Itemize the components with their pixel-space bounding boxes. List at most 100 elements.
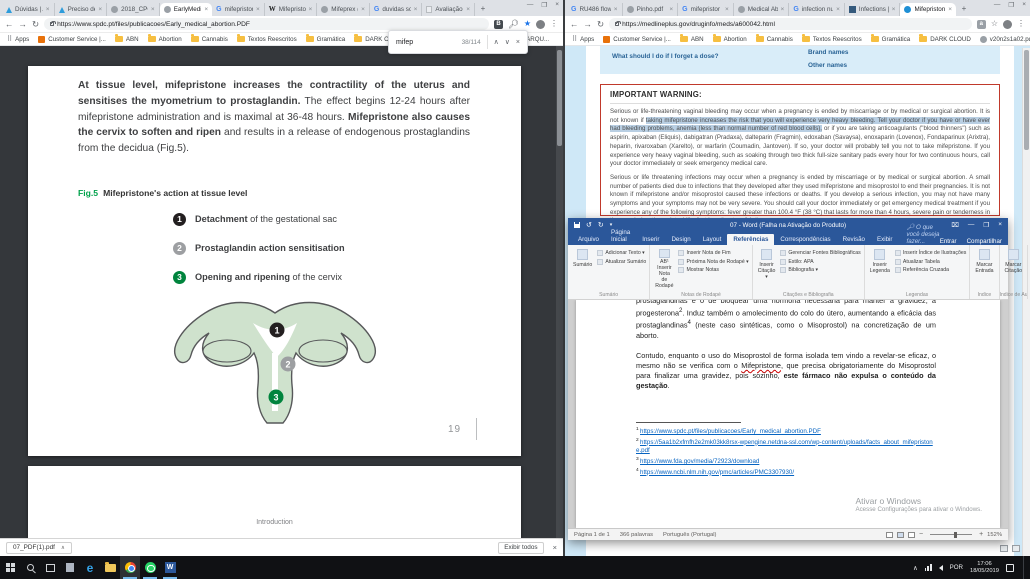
new-tab-button[interactable]: +	[477, 3, 489, 15]
find-close-icon[interactable]: ×	[516, 39, 520, 46]
bookmark-item[interactable]: Textos Reescritos	[237, 36, 297, 43]
chevron-up-icon[interactable]: ∧	[61, 545, 65, 551]
tab-close-icon[interactable]: ×	[414, 6, 418, 13]
bookmark-item[interactable]: Abortion	[713, 36, 747, 43]
tab-close-icon[interactable]: ×	[256, 6, 260, 13]
ribbon-big-button[interactable]: InserirCitação ▾	[756, 248, 778, 290]
ribbon-tab-arquivo[interactable]: Arquivo	[572, 234, 605, 245]
browser-tab[interactable]: Avaliação d×	[422, 3, 475, 16]
ribbon-tab-revisão[interactable]: Revisão	[837, 234, 871, 245]
bookmark-item[interactable]: DARK CLOUD	[919, 36, 971, 43]
share-button[interactable]: Compartilhar	[967, 238, 1002, 245]
ribbon-big-button[interactable]: InserirLegenda	[868, 248, 892, 290]
browser-tab[interactable]: Dúvidas | A×	[2, 3, 55, 16]
ribbon-tab-referências[interactable]: Referências	[727, 234, 774, 245]
left-window-controls[interactable]: — ❐ ×	[527, 1, 559, 9]
brand-names-link[interactable]: Brand names	[808, 49, 849, 56]
word-page[interactable]: prostaglandinas e o de bloquear uma horm…	[576, 300, 1000, 528]
footnote-link[interactable]: https://5aa1b2xfmfh2e2mk03kk8rsx-wpengin…	[636, 439, 933, 455]
page-scrollbar[interactable]	[1022, 48, 1030, 556]
ribbon-small-button[interactable]: Mostrar Notas	[678, 267, 748, 273]
start-button[interactable]	[0, 556, 20, 579]
footnote-link[interactable]: https://www.spdc.pt/files/publicacoes/Ea…	[640, 428, 821, 435]
profile-avatar[interactable]	[536, 20, 545, 29]
chrome-button[interactable]	[120, 556, 140, 579]
browser-tab[interactable]: WMifepristor×	[265, 3, 318, 16]
ribbon-small-button[interactable]: Atualizar Sumário	[597, 259, 646, 265]
ribbon-small-button[interactable]: Bibliografia ▾	[780, 267, 860, 273]
tell-me-search[interactable]: 🔎︎ O que você deseja fazer...	[906, 223, 939, 245]
ribbon-small-button[interactable]: Inserir Nota de Fim	[678, 250, 748, 256]
find-bar[interactable]: mifep 38/114 ∧ ∨ ×	[388, 30, 528, 54]
file-explorer-button[interactable]	[100, 556, 120, 579]
back-icon[interactable]: ←	[5, 20, 14, 29]
ribbon-big-button[interactable]: AB¹Inserir Notade Rodapé	[653, 248, 675, 290]
close-icon[interactable]: ×	[555, 1, 559, 9]
ribbon-tab-correspondências[interactable]: Correspondências	[774, 234, 836, 245]
restore-icon[interactable]: ❐	[1008, 1, 1014, 9]
taskbar-search-button[interactable]	[20, 556, 40, 579]
tab-close-icon[interactable]: ×	[466, 6, 470, 13]
word-window-controls[interactable]: ⌧ — ❐ ×	[951, 221, 1002, 229]
browser-tab[interactable]: Infections |×	[845, 3, 901, 16]
browser-menu-icon[interactable]: ⋮	[1017, 20, 1025, 28]
ribbon-tab-design[interactable]: Design	[665, 234, 696, 245]
browser-tab[interactable]: Mifeprex (m×	[317, 3, 370, 16]
back-icon[interactable]: ←	[570, 20, 579, 29]
ribbon-small-button[interactable]: Atualizar Tabela	[895, 259, 966, 265]
bookmark-item[interactable]: Cannabis	[191, 36, 228, 43]
profile-avatar[interactable]	[1003, 20, 1012, 29]
browser-tab[interactable]: GRU486 flow×	[567, 3, 623, 16]
taskbar-clock[interactable]: 17:0618/05/2019	[970, 561, 999, 574]
word-document-text[interactable]: prostaglandinas e o de bloquear uma horm…	[636, 300, 936, 401]
ribbon-small-button[interactable]: Inserir Índice de Ilustrações	[895, 250, 966, 256]
tab-close-icon[interactable]: ×	[892, 6, 896, 13]
show-desktop-button[interactable]	[1023, 556, 1026, 579]
browser-tab[interactable]: Pinho.pdf×	[623, 3, 679, 16]
tab-close-icon[interactable]: ×	[725, 6, 729, 13]
tab-close-icon[interactable]: ×	[309, 6, 313, 13]
forward-icon[interactable]: →	[584, 20, 593, 29]
minimize-icon[interactable]: —	[968, 221, 975, 229]
bookmark-item[interactable]: ABN	[115, 36, 139, 43]
tab-close-icon[interactable]: ×	[836, 6, 840, 13]
input-language[interactable]: POR	[950, 564, 963, 571]
zoom-level[interactable]: 152%	[987, 532, 1002, 538]
translate-icon[interactable]: a	[977, 20, 986, 29]
address-bar[interactable]: https://medlineplus.gov/druginfo/meds/a6…	[609, 18, 972, 30]
browser-tab[interactable]: Gduvidas so×	[370, 3, 423, 16]
footnote-link[interactable]: https://www.ncbi.nlm.nih.gov/pmc/article…	[640, 469, 794, 476]
read-mode-icon[interactable]	[886, 532, 893, 538]
ribbon-small-button[interactable]: Gerenciar Fontes Bibliográficas	[780, 250, 860, 256]
page-corner-icon-1[interactable]	[1000, 545, 1008, 552]
ribbon-small-button[interactable]: Adicionar Texto ▾	[597, 250, 646, 256]
word-button[interactable]: W	[160, 556, 180, 579]
refresh-icon[interactable]: ↻	[597, 20, 604, 29]
tab-close-icon[interactable]: ×	[781, 6, 785, 13]
edge-button[interactable]: e	[80, 556, 100, 579]
footnote-link[interactable]: https://www.fda.gov/media/72923/download	[640, 458, 759, 465]
download-bar-close-icon[interactable]: ×	[553, 543, 557, 552]
status-language[interactable]: Português (Portugal)	[663, 532, 717, 538]
action-center-icon[interactable]	[1006, 564, 1014, 572]
browser-tab[interactable]: Medical Ab×	[734, 3, 790, 16]
tab-close-icon[interactable]: ×	[98, 6, 102, 13]
ribbon-tab-exibir[interactable]: Exibir	[871, 234, 898, 245]
tab-close-icon[interactable]: ×	[669, 6, 673, 13]
network-icon[interactable]	[925, 564, 932, 571]
forward-icon[interactable]: →	[19, 20, 28, 29]
browser-tab[interactable]: Ginfection nu×	[789, 3, 845, 16]
sign-in-link[interactable]: Entrar	[940, 238, 957, 245]
hidden-icons-chevron[interactable]: ∧	[913, 564, 918, 572]
tab-close-icon[interactable]: ×	[151, 6, 155, 13]
volume-icon[interactable]	[939, 565, 943, 571]
zoom-icon[interactable]: 🔎︎	[508, 20, 519, 29]
ribbon-big-button[interactable]: MarcarCitação	[1003, 248, 1025, 290]
print-layout-icon[interactable]	[897, 532, 904, 538]
address-bar[interactable]: https://www.spdc.pt/files/publicacoes/Ea…	[44, 18, 489, 30]
bookmark-item[interactable]: ⠿Apps	[572, 36, 594, 43]
other-names-link[interactable]: Other names	[808, 62, 847, 69]
bookmark-item[interactable]: ABN	[680, 36, 704, 43]
tab-close-icon[interactable]: ×	[361, 6, 365, 13]
bookmark-item[interactable]: Customer Service |...	[38, 36, 106, 43]
